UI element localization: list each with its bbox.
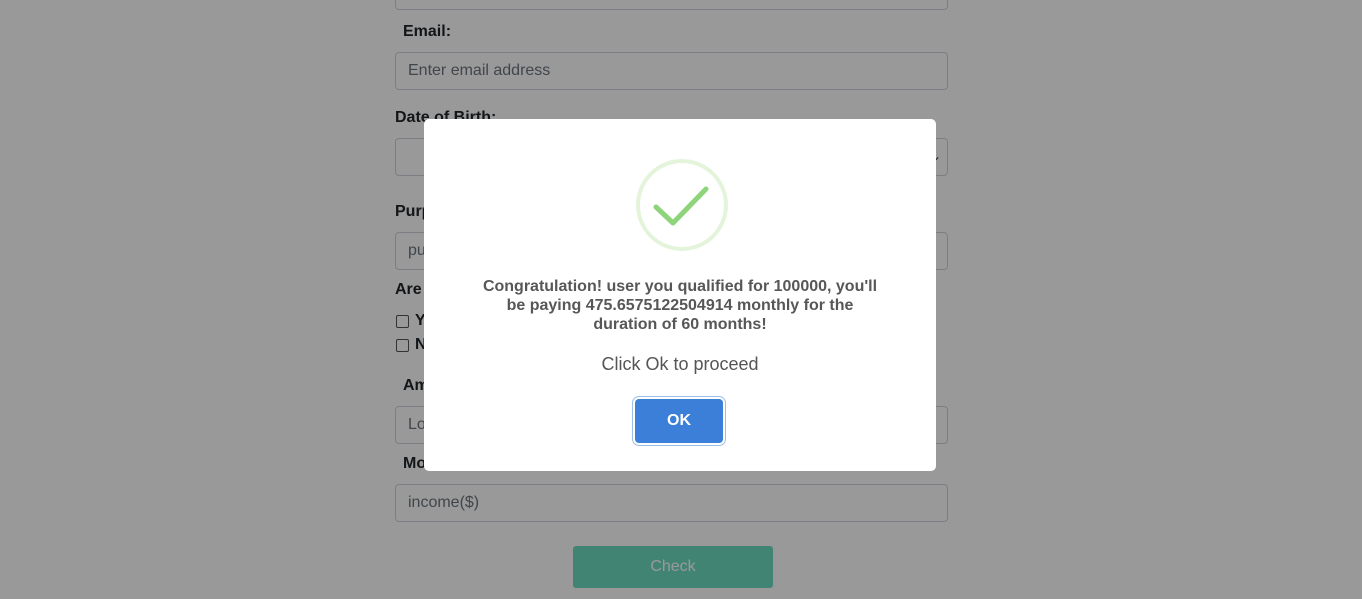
ok-button[interactable]: OK [635,399,723,443]
success-dialog: Congratulation! user you qualified for 1… [424,119,936,471]
dialog-subtext: Click Ok to proceed [601,354,759,374]
dialog-message: Congratulation! user you qualified for 1… [482,278,878,333]
success-checkmark-icon [653,186,709,226]
